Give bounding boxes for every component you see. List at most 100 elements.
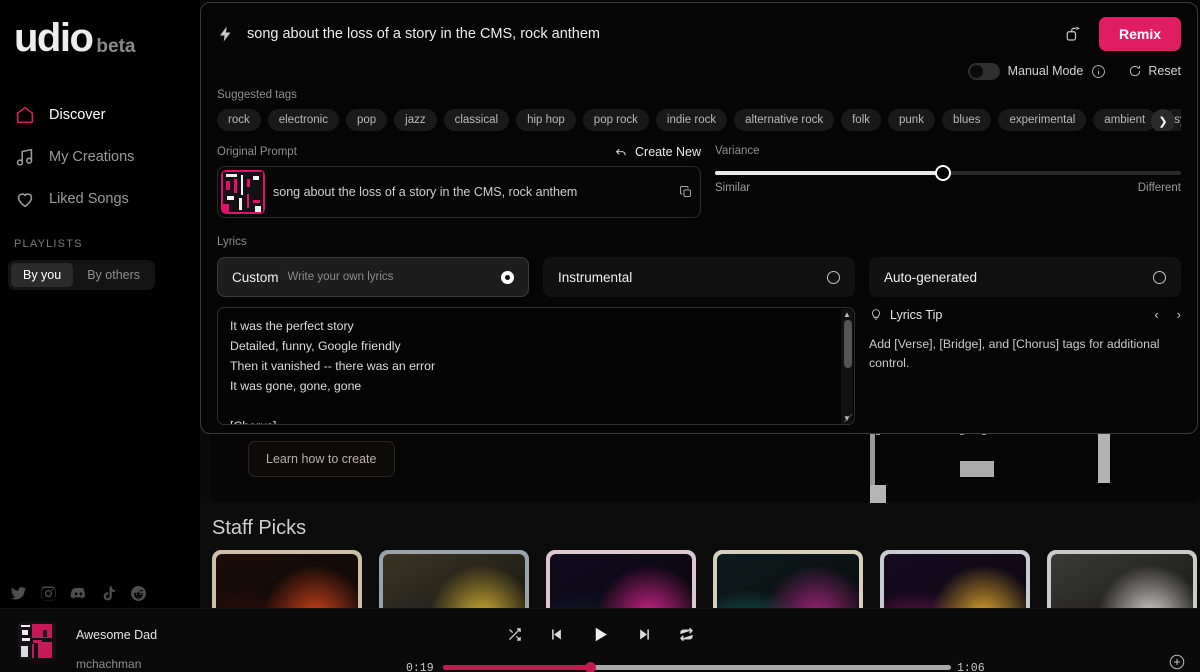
variance-min-label: Similar <box>715 182 751 194</box>
tag-blues[interactable]: blues <box>941 109 992 131</box>
sidebar: udio beta Discover My Creations Liked So… <box>0 0 200 672</box>
resize-handle[interactable] <box>844 414 852 422</box>
chevron-right-icon[interactable]: ❯ <box>1151 109 1175 131</box>
playlists-header: PLAYLISTS <box>14 238 83 250</box>
toggle-knob <box>969 64 983 78</box>
lightbulb-icon <box>869 308 883 322</box>
logo-text: udio <box>14 16 94 60</box>
tag-classical[interactable]: classical <box>443 109 510 131</box>
reset-button[interactable]: Reset <box>1128 64 1181 78</box>
prompt-thumbnail <box>221 170 265 214</box>
lyrics-option-custom[interactable]: Custom Write your own lyrics <box>217 257 529 297</box>
sidebar-item-label: Discover <box>49 107 106 123</box>
radio-icon[interactable] <box>1153 270 1166 284</box>
tab-by-others[interactable]: By others <box>75 263 152 287</box>
player-bar: Awesome Dad mchachman 0:19 1:06 <box>0 608 1200 672</box>
reset-label: Reset <box>1148 64 1181 78</box>
suggested-tags-list: rock electronic pop jazz classical hip hop pop… <box>217 109 1181 131</box>
radio-selected-icon[interactable] <box>501 270 514 284</box>
twitter-icon[interactable] <box>10 585 27 602</box>
tag-ambient[interactable]: ambient <box>1093 109 1157 131</box>
chevron-right-icon[interactable]: › <box>1177 307 1181 322</box>
copy-icon[interactable] <box>672 185 700 199</box>
info-circle-icon[interactable] <box>1091 64 1106 79</box>
heart-icon <box>14 188 36 210</box>
original-prompt-box[interactable]: song about the loss of a story in the CM… <box>217 166 701 218</box>
sidebar-item-discover[interactable]: Discover <box>0 94 200 136</box>
modal-title: song about the loss of a story in the CM… <box>247 26 601 42</box>
create-new-button[interactable]: Create New <box>614 145 701 159</box>
variance-block: Variance Similar Different <box>715 145 1181 218</box>
logo[interactable]: udio beta <box>0 0 200 58</box>
variance-slider-fill <box>715 171 944 175</box>
create-new-label: Create New <box>635 145 701 159</box>
variance-max-label: Different <box>1137 182 1181 194</box>
manual-mode-label: Manual Mode <box>1007 64 1084 78</box>
prompt-value: song about the loss of a story in the CM… <box>273 185 578 199</box>
lyrics-label: Lyrics <box>217 236 247 248</box>
player-controls <box>0 625 1200 644</box>
sidebar-item-my-creations[interactable]: My Creations <box>0 136 200 178</box>
player-time-current: 0:19 <box>406 662 434 672</box>
home-icon <box>14 104 36 126</box>
variance-slider[interactable] <box>715 165 1181 181</box>
lyrics-tip-panel: Lyrics Tip ‹ › Add [Verse], [Bridge], an… <box>869 307 1181 425</box>
sidebar-nav: Discover My Creations Liked Songs <box>0 94 200 220</box>
modal-header: song about the loss of a story in the CM… <box>201 3 1197 51</box>
scrollbar-thumb[interactable] <box>844 320 852 368</box>
sidebar-item-label: My Creations <box>49 149 135 165</box>
learn-how-to-create-button[interactable]: Learn how to create <box>248 441 395 477</box>
lyrics-section-label-wrap: Lyrics <box>201 218 1197 250</box>
instagram-icon[interactable] <box>40 585 57 602</box>
tag-punk[interactable]: punk <box>888 109 935 131</box>
radio-icon[interactable] <box>827 270 840 284</box>
lyrics-option-instrumental[interactable]: Instrumental <box>543 257 855 297</box>
next-icon[interactable] <box>637 627 652 642</box>
reddit-icon[interactable] <box>130 585 147 602</box>
player-progress-bar[interactable] <box>443 662 951 672</box>
sidebar-item-label: Liked Songs <box>49 191 129 207</box>
tag-indie-rock[interactable]: indie rock <box>655 109 728 131</box>
logo-beta-badge: beta <box>96 36 136 57</box>
tag-experimental[interactable]: experimental <box>998 109 1087 131</box>
tag-pop-rock[interactable]: pop rock <box>582 109 649 131</box>
suggested-tags-section: Suggested tags rock electronic pop jazz clas… <box>201 85 1197 131</box>
lyrics-text: It was the perfect story Detailed, funny… <box>230 319 436 424</box>
previous-icon[interactable] <box>549 627 564 642</box>
tag-electronic[interactable]: electronic <box>267 109 339 131</box>
app-root: Learn how to create Staff Picks udio bet… <box>0 0 1200 672</box>
lyrics-textarea[interactable]: It was the perfect story Detailed, funny… <box>217 307 855 425</box>
suggested-tags-label: Suggested tags <box>217 89 297 101</box>
sidebar-item-liked-songs[interactable]: Liked Songs <box>0 178 200 220</box>
tag-folk[interactable]: folk <box>841 109 882 131</box>
tag-alternative-rock[interactable]: alternative rock <box>734 109 835 131</box>
music-note-icon <box>14 146 36 168</box>
tag-rock[interactable]: rock <box>217 109 261 131</box>
manual-mode-toggle[interactable] <box>967 62 1000 80</box>
chevron-left-icon[interactable]: ‹ <box>1154 307 1158 322</box>
remix-button[interactable]: Remix <box>1098 17 1181 51</box>
prompt-variance-row: Original Prompt Create New song about th… <box>201 131 1197 218</box>
repeat-icon[interactable] <box>679 627 694 642</box>
player-artist: mchachman <box>76 657 142 671</box>
tab-by-you[interactable]: By you <box>11 263 74 287</box>
tag-jazz[interactable]: jazz <box>394 109 437 131</box>
add-circle-icon[interactable] <box>1168 653 1186 671</box>
tag-pop[interactable]: pop <box>345 109 388 131</box>
lyrics-tip-title: Lyrics Tip <box>890 307 943 322</box>
play-icon[interactable] <box>591 625 610 644</box>
shuffle-icon[interactable] <box>507 627 522 642</box>
lyrics-editor-row: It was the perfect story Detailed, funny… <box>201 297 1197 425</box>
dice-icon[interactable] <box>1061 21 1087 47</box>
modal-controls-row: Manual Mode Reset <box>201 51 1197 85</box>
playlist-filter-tabs: By you By others <box>8 260 156 290</box>
lyrics-tip-body: Add [Verse], [Bridge], and [Chorus] tags… <box>869 337 1160 371</box>
player-progress-handle[interactable] <box>585 662 597 672</box>
discord-icon[interactable] <box>70 585 87 602</box>
undo-arrow-icon <box>615 148 626 156</box>
variance-slider-handle[interactable] <box>935 165 952 181</box>
option-subtitle: Write your own lyrics <box>287 271 394 283</box>
tiktok-icon[interactable] <box>100 585 117 602</box>
lyrics-option-auto-generated[interactable]: Auto-generated <box>869 257 1181 297</box>
tag-hip-hop[interactable]: hip hop <box>516 109 576 131</box>
